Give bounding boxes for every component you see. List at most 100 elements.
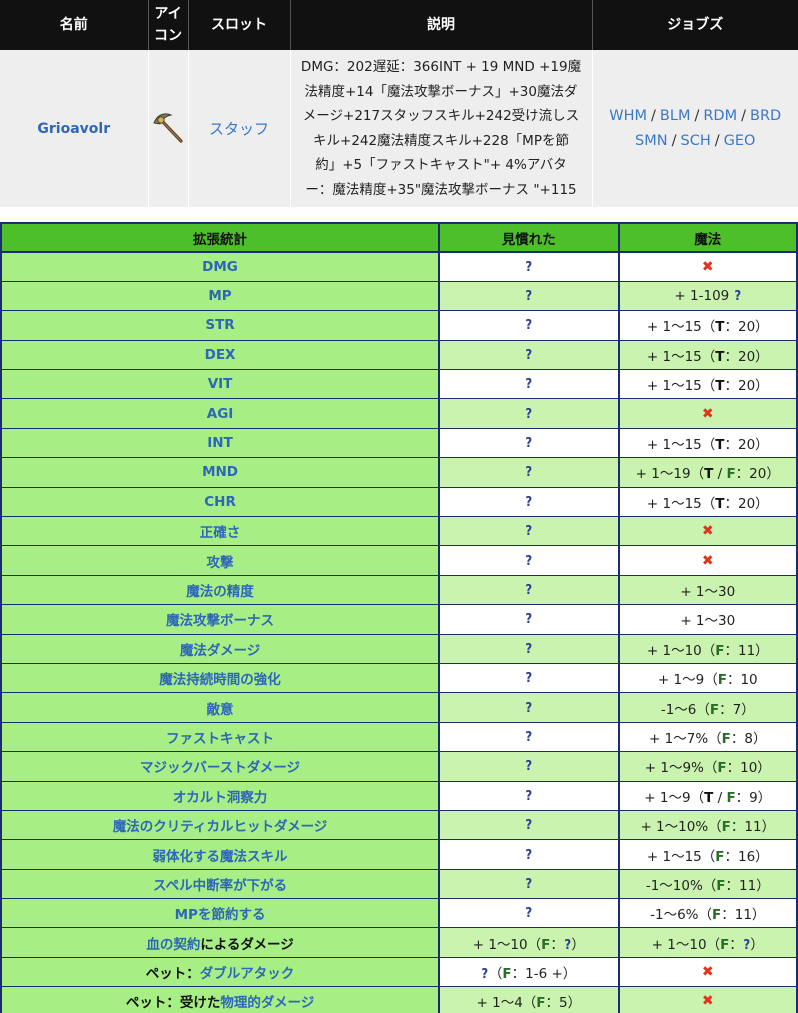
item-name-link[interactable]: Grioavolr — [37, 121, 110, 137]
item-description: DMG：202遅延：366INT + 19 MND +19魔 法精度+14「魔法攻… — [291, 55, 592, 202]
magic-value-cell: + 1～10%（F：11） — [617, 810, 798, 841]
stat-name-link[interactable]: 魔法攻撃ボーナス — [166, 613, 274, 629]
familiar-marker: F — [720, 936, 730, 953]
question-icon: ? — [525, 759, 533, 775]
job-link-smn[interactable]: SMN — [635, 133, 668, 149]
stats-row: スペル中断率が下がる? -1～10%（F：11） — [0, 869, 798, 900]
magic-value-cell: + 1～15（T：20） — [617, 487, 798, 518]
stat-name-link[interactable]: 敵意 — [207, 702, 234, 718]
stat-name-link[interactable]: マジックバーストダメージ — [140, 760, 300, 776]
jobs-line-1: WHM / BLM / RDM / BRD — [593, 104, 798, 129]
stats-row: 魔法攻撃ボーナス? + 1～30 — [0, 604, 798, 635]
item-slot-link[interactable]: スタッフ — [209, 120, 269, 138]
familiar-value-cell: ?（F：1-6 +） — [438, 957, 620, 988]
familiar-value-cell: ? — [438, 487, 620, 518]
stat-name-link[interactable]: MP — [208, 288, 231, 304]
familiar-value-cell: ? — [438, 722, 620, 753]
tier-marker: T — [704, 466, 714, 483]
stat-name-link[interactable]: ダブルアタック — [200, 966, 295, 982]
stat-name-link[interactable]: 血の契約 — [146, 937, 200, 953]
stat-name-link[interactable]: 物理的ダメージ — [220, 995, 314, 1011]
magic-value-cell: + 1～7%（F：8） — [617, 722, 798, 753]
item-icon-cell — [148, 50, 189, 207]
stat-name-link[interactable]: INT — [207, 435, 233, 451]
stat-name-cell: 魔法のクリティカルヒットダメージ — [0, 810, 441, 841]
job-link-blm[interactable]: BLM — [660, 108, 691, 124]
stat-name-cell: 魔法攻撃ボーナス — [0, 604, 441, 635]
question-icon: ? — [525, 671, 533, 687]
job-link-geo[interactable]: GEO — [724, 133, 756, 149]
stat-name-link[interactable]: 正確さ — [200, 525, 241, 541]
stat-name-link[interactable]: 弱体化する魔法スキル — [153, 849, 288, 865]
magic-value-cell: + 1～15（T：20） — [617, 428, 798, 459]
magic-value-cell: + 1～15（F：16） — [617, 839, 798, 870]
question-icon: ? — [743, 937, 750, 953]
stat-name-cell: マジックバーストダメージ — [0, 751, 441, 782]
stats-row: 敵意? -1～6（F：7） — [0, 692, 798, 723]
familiar-value-cell: ? — [438, 575, 620, 606]
desc-line: キル+242魔法精度スキル+228「MPを節 — [313, 132, 569, 149]
stat-name-link[interactable]: VIT — [208, 376, 233, 392]
stat-name-link[interactable]: DEX — [205, 347, 236, 363]
stat-name-link[interactable]: STR — [205, 317, 234, 333]
stat-name-link[interactable]: CHR — [204, 494, 236, 510]
familiar-value-cell: ? — [438, 516, 620, 547]
magic-value-cell: ✖ — [617, 986, 798, 1013]
question-icon: ? — [525, 347, 533, 363]
stat-name-text: によるダメージ — [200, 936, 294, 953]
stat-name-link[interactable]: DMG — [202, 259, 238, 275]
stat-name-link[interactable]: AGI — [207, 406, 234, 422]
job-separator: / — [694, 107, 700, 124]
question-icon: ? — [525, 289, 533, 305]
stat-name-link[interactable]: 魔法持続時間の強化 — [159, 672, 281, 688]
question-icon: ? — [481, 967, 489, 983]
magic-value-cell: + 1～15（T：20） — [617, 340, 798, 371]
magic-value-cell: ✖ — [617, 957, 798, 988]
stat-name-link[interactable]: 魔法ダメージ — [180, 643, 260, 659]
stat-name-text: ペット： — [145, 966, 200, 983]
stat-name-cell: ファストキャスト — [0, 722, 441, 753]
job-separator: / — [741, 107, 747, 124]
job-link-sch[interactable]: SCH — [681, 133, 711, 149]
stat-name-link[interactable]: ファストキャスト — [166, 731, 274, 747]
familiar-value-cell: ? — [438, 369, 620, 400]
stat-name-link[interactable]: MPを節約する — [175, 907, 266, 923]
stat-name-cell: ペット：受けた物理的ダメージ — [0, 986, 441, 1013]
familiar-value-cell: ? — [438, 898, 620, 929]
magic-value-cell: ✖ — [617, 252, 798, 282]
stat-name-link[interactable]: オカルト洞察力 — [173, 790, 268, 806]
magic-value-cell: + 1～19（T / F：20） — [617, 457, 798, 488]
magic-value-cell: + 1～10（F：?） — [617, 927, 798, 958]
header-icon-label: アイ コン — [154, 6, 182, 44]
stat-name-cell: STR — [0, 310, 441, 341]
question-icon: ? — [733, 289, 741, 305]
familiar-value-cell: ? — [438, 839, 620, 870]
job-link-whm[interactable]: WHM — [609, 108, 647, 124]
stat-name-cell: MND — [0, 457, 441, 488]
stats-row: 弱体化する魔法スキル? + 1～15（F：16） — [0, 839, 798, 870]
cross-icon: ✖ — [701, 523, 714, 540]
familiar-marker: F — [536, 995, 546, 1012]
familiar-marker: F — [716, 877, 726, 894]
question-icon: ? — [525, 612, 533, 628]
header-icon: アイ コン — [148, 0, 189, 50]
item-row: Grioavolr スタッフ DMG：202遅延：366INT + 19 MND… — [0, 50, 798, 207]
familiar-value-cell: + 1～4（F：5） — [438, 986, 620, 1013]
stats-row: MP? + 1-109 ? — [0, 281, 798, 312]
question-icon: ? — [525, 876, 533, 892]
stat-name-link[interactable]: 魔法の精度 — [186, 584, 254, 600]
stat-name-link[interactable]: スペル中断率が下がる — [153, 878, 287, 894]
stat-name-link[interactable]: 魔法のクリティカルヒットダメージ — [113, 819, 328, 835]
stat-name-cell: 攻撃 — [0, 545, 441, 576]
tier-marker: T — [715, 437, 725, 454]
magic-value-cell: -1～6（F：7） — [617, 692, 798, 723]
stat-name-link[interactable]: MND — [202, 464, 238, 480]
item-jobs-cell: WHM / BLM / RDM / BRD SMN / SCH / GEO — [592, 50, 798, 207]
desc-line: DMG：202遅延：366INT + 19 MND +19魔 — [300, 59, 582, 75]
magic-value-cell: + 1～10（F：11） — [617, 634, 798, 664]
magic-value-cell: + 1～9（F：10 — [617, 663, 798, 694]
augment-stats-table: 拡張統計 見慣れた 魔法 DMG? ✖ MP? + 1-109 ? STR? + 1～15… — [0, 222, 798, 1013]
job-link-brd[interactable]: BRD — [750, 108, 781, 124]
job-link-rdm[interactable]: RDM — [703, 108, 737, 124]
stat-name-link[interactable]: 攻撃 — [207, 555, 234, 571]
